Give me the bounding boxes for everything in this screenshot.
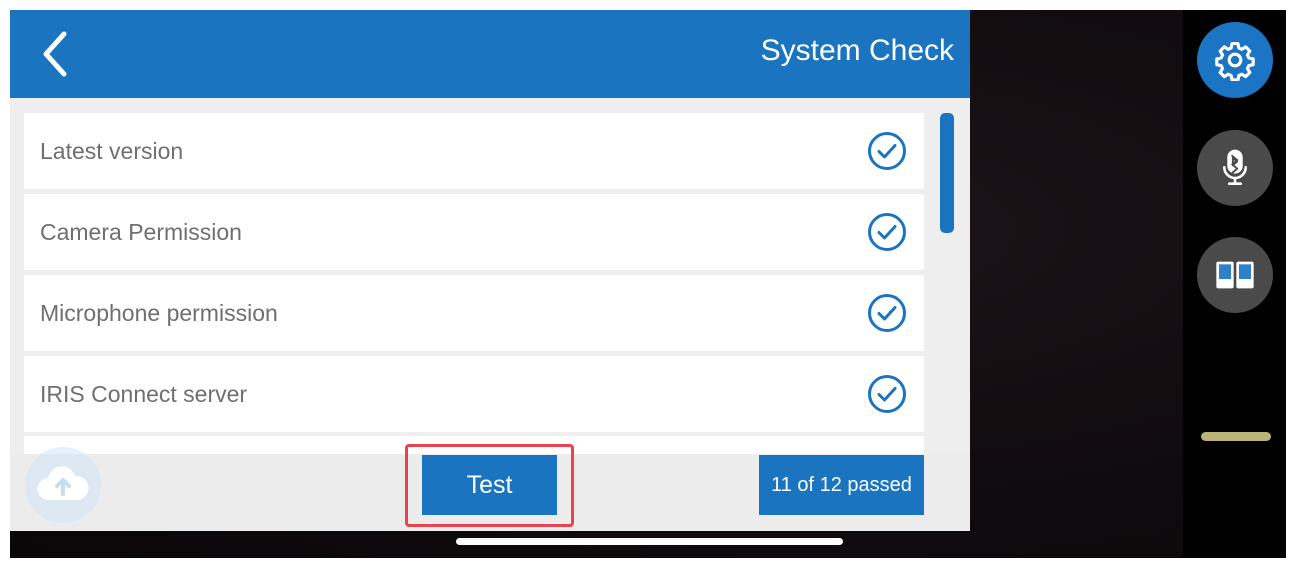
check-row-microphone-permission: Microphone permission bbox=[24, 275, 924, 351]
check-row-camera-permission: Camera Permission bbox=[24, 194, 924, 270]
page-title: System Check bbox=[760, 34, 954, 67]
check-label: Microphone permission bbox=[40, 299, 278, 326]
bluetooth-mic-button[interactable] bbox=[1197, 130, 1273, 206]
check-row-latest-version: Latest version bbox=[24, 113, 924, 189]
system-check-panel: System Check Latest version Camera Permi… bbox=[10, 10, 970, 531]
check-circle-icon bbox=[868, 213, 906, 251]
check-row-iris-connect-server: IRIS Connect server bbox=[24, 356, 924, 432]
check-label: IRIS Connect server bbox=[40, 380, 248, 407]
gear-icon bbox=[1215, 41, 1255, 81]
cloud-upload-icon bbox=[37, 466, 89, 501]
check-label: Latest version bbox=[40, 137, 184, 164]
back-button[interactable] bbox=[30, 28, 80, 80]
check-circle-icon bbox=[868, 294, 906, 332]
split-view-button[interactable] bbox=[1197, 237, 1273, 313]
home-indicator[interactable] bbox=[456, 538, 843, 545]
check-list[interactable]: Latest version Camera Permission Microph… bbox=[24, 113, 924, 454]
cloud-upload-button[interactable] bbox=[25, 447, 101, 523]
check-circle-icon bbox=[868, 132, 906, 170]
bluetooth-mic-icon bbox=[1223, 149, 1247, 185]
scrollbar-thumb[interactable] bbox=[940, 113, 954, 233]
split-screen-icon bbox=[1216, 261, 1254, 289]
check-label: Camera Permission bbox=[40, 218, 242, 245]
check-circle-icon bbox=[868, 375, 906, 413]
app-screen: System Check Latest version Camera Permi… bbox=[10, 10, 1286, 558]
settings-button[interactable] bbox=[1197, 22, 1273, 98]
rail-handle[interactable] bbox=[1201, 432, 1271, 441]
chevron-left-icon bbox=[43, 31, 67, 77]
passed-summary-badge: 11 of 12 passed bbox=[759, 455, 924, 515]
header-bar: System Check bbox=[10, 10, 970, 98]
highlight-box bbox=[405, 444, 574, 527]
